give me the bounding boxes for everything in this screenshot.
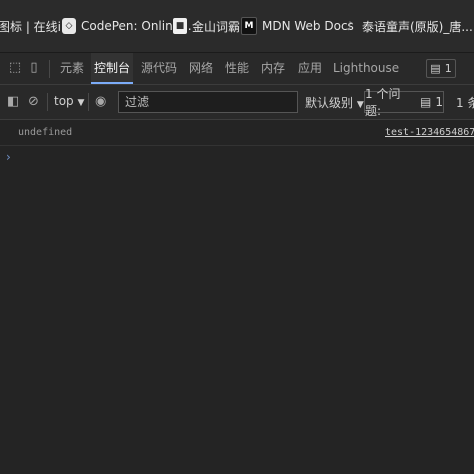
message-icon: ▤ xyxy=(430,62,441,75)
codepen-icon: ◇ xyxy=(62,18,76,34)
tab-memory[interactable]: 内存 xyxy=(256,53,290,84)
context-selector[interactable]: top ▼ xyxy=(54,94,84,108)
clear-console-icon[interactable]: ⊘ xyxy=(28,95,39,109)
console-toolbar: ◧ ⊘ top ▼ ◉ 默认级别 ▼ 1 个问题: ▤ 1 1 条 xyxy=(0,85,474,120)
filter-input[interactable] xyxy=(118,91,298,113)
bookmark-jinshan[interactable]: ■ 金山词霸 xyxy=(173,16,240,36)
divider xyxy=(49,60,50,78)
devtools-tabbar: ⬚ ▯ 元素 控制台 源代码 网络 性能 内存 应用 Lighthouse ▤ … xyxy=(0,53,474,85)
context-value: top xyxy=(54,94,74,108)
bookmark-item[interactable]: 图标 | 在线i.. xyxy=(0,16,69,36)
bookmark-label: 泰语童声(原版)_唐... xyxy=(362,19,473,34)
console-output-value: undefined xyxy=(18,127,73,138)
bookmark-label: 图标 | 在线i.. xyxy=(0,19,69,34)
dropdown-arrow-icon: ▼ xyxy=(356,100,364,110)
hidden-messages-count: 1 条 xyxy=(456,96,474,110)
messages-badge[interactable]: ▤ 1 xyxy=(426,59,456,78)
sidebar-toggle-icon[interactable]: ◧ xyxy=(7,95,19,109)
inspect-cursor-icon[interactable]: ⬚ xyxy=(8,61,22,75)
bookmark-tai[interactable]: ♪ 泰语童声(原版)_唐... xyxy=(343,16,473,36)
device-toggle-icon[interactable]: ▯ xyxy=(27,61,41,75)
tab-console[interactable]: 控制台 xyxy=(91,53,133,84)
tab-performance[interactable]: 性能 xyxy=(220,53,254,84)
mdn-icon: M xyxy=(241,17,257,35)
bookmark-label: MDN Web Docs xyxy=(262,19,354,33)
tab-sources[interactable]: 源代码 xyxy=(138,53,180,84)
bookmark-label: 金山词霸 xyxy=(192,19,241,34)
levels-label: 默认级别 xyxy=(305,96,354,110)
tab-elements[interactable]: 元素 xyxy=(55,53,89,84)
divider xyxy=(88,93,89,111)
log-levels-dropdown[interactable]: 默认级别 ▼ xyxy=(305,94,364,111)
jinshan-icon: ■ xyxy=(173,18,187,34)
issues-button[interactable]: 1 个问题: ▤ 1 xyxy=(364,87,444,118)
tai-icon: ♪ xyxy=(346,19,354,33)
source-link[interactable]: test-12346548678. xyxy=(385,127,474,138)
tab-application[interactable]: 应用 xyxy=(293,53,327,84)
messages-count: 1 xyxy=(444,62,452,75)
tab-lighthouse[interactable]: Lighthouse xyxy=(333,53,399,84)
live-expression-eye-icon[interactable]: ◉ xyxy=(95,95,106,109)
issues-count: 1 xyxy=(435,95,443,109)
console-prompt-caret[interactable]: › xyxy=(6,150,11,164)
dropdown-arrow-icon: ▼ xyxy=(77,98,85,108)
console-message-row: undefined test-12346548678. xyxy=(0,123,474,146)
tab-network[interactable]: 网络 xyxy=(184,53,218,84)
bookmarks-bar: 图标 | 在线i.. ◇ CodePen: Online... ■ 金山词霸 M… xyxy=(0,0,474,53)
issues-label: 1 个问题: xyxy=(365,87,401,118)
divider xyxy=(47,93,48,111)
bookmark-mdn[interactable]: M MDN Web Docs xyxy=(241,16,354,36)
issue-message-icon: ▤ xyxy=(420,95,432,109)
